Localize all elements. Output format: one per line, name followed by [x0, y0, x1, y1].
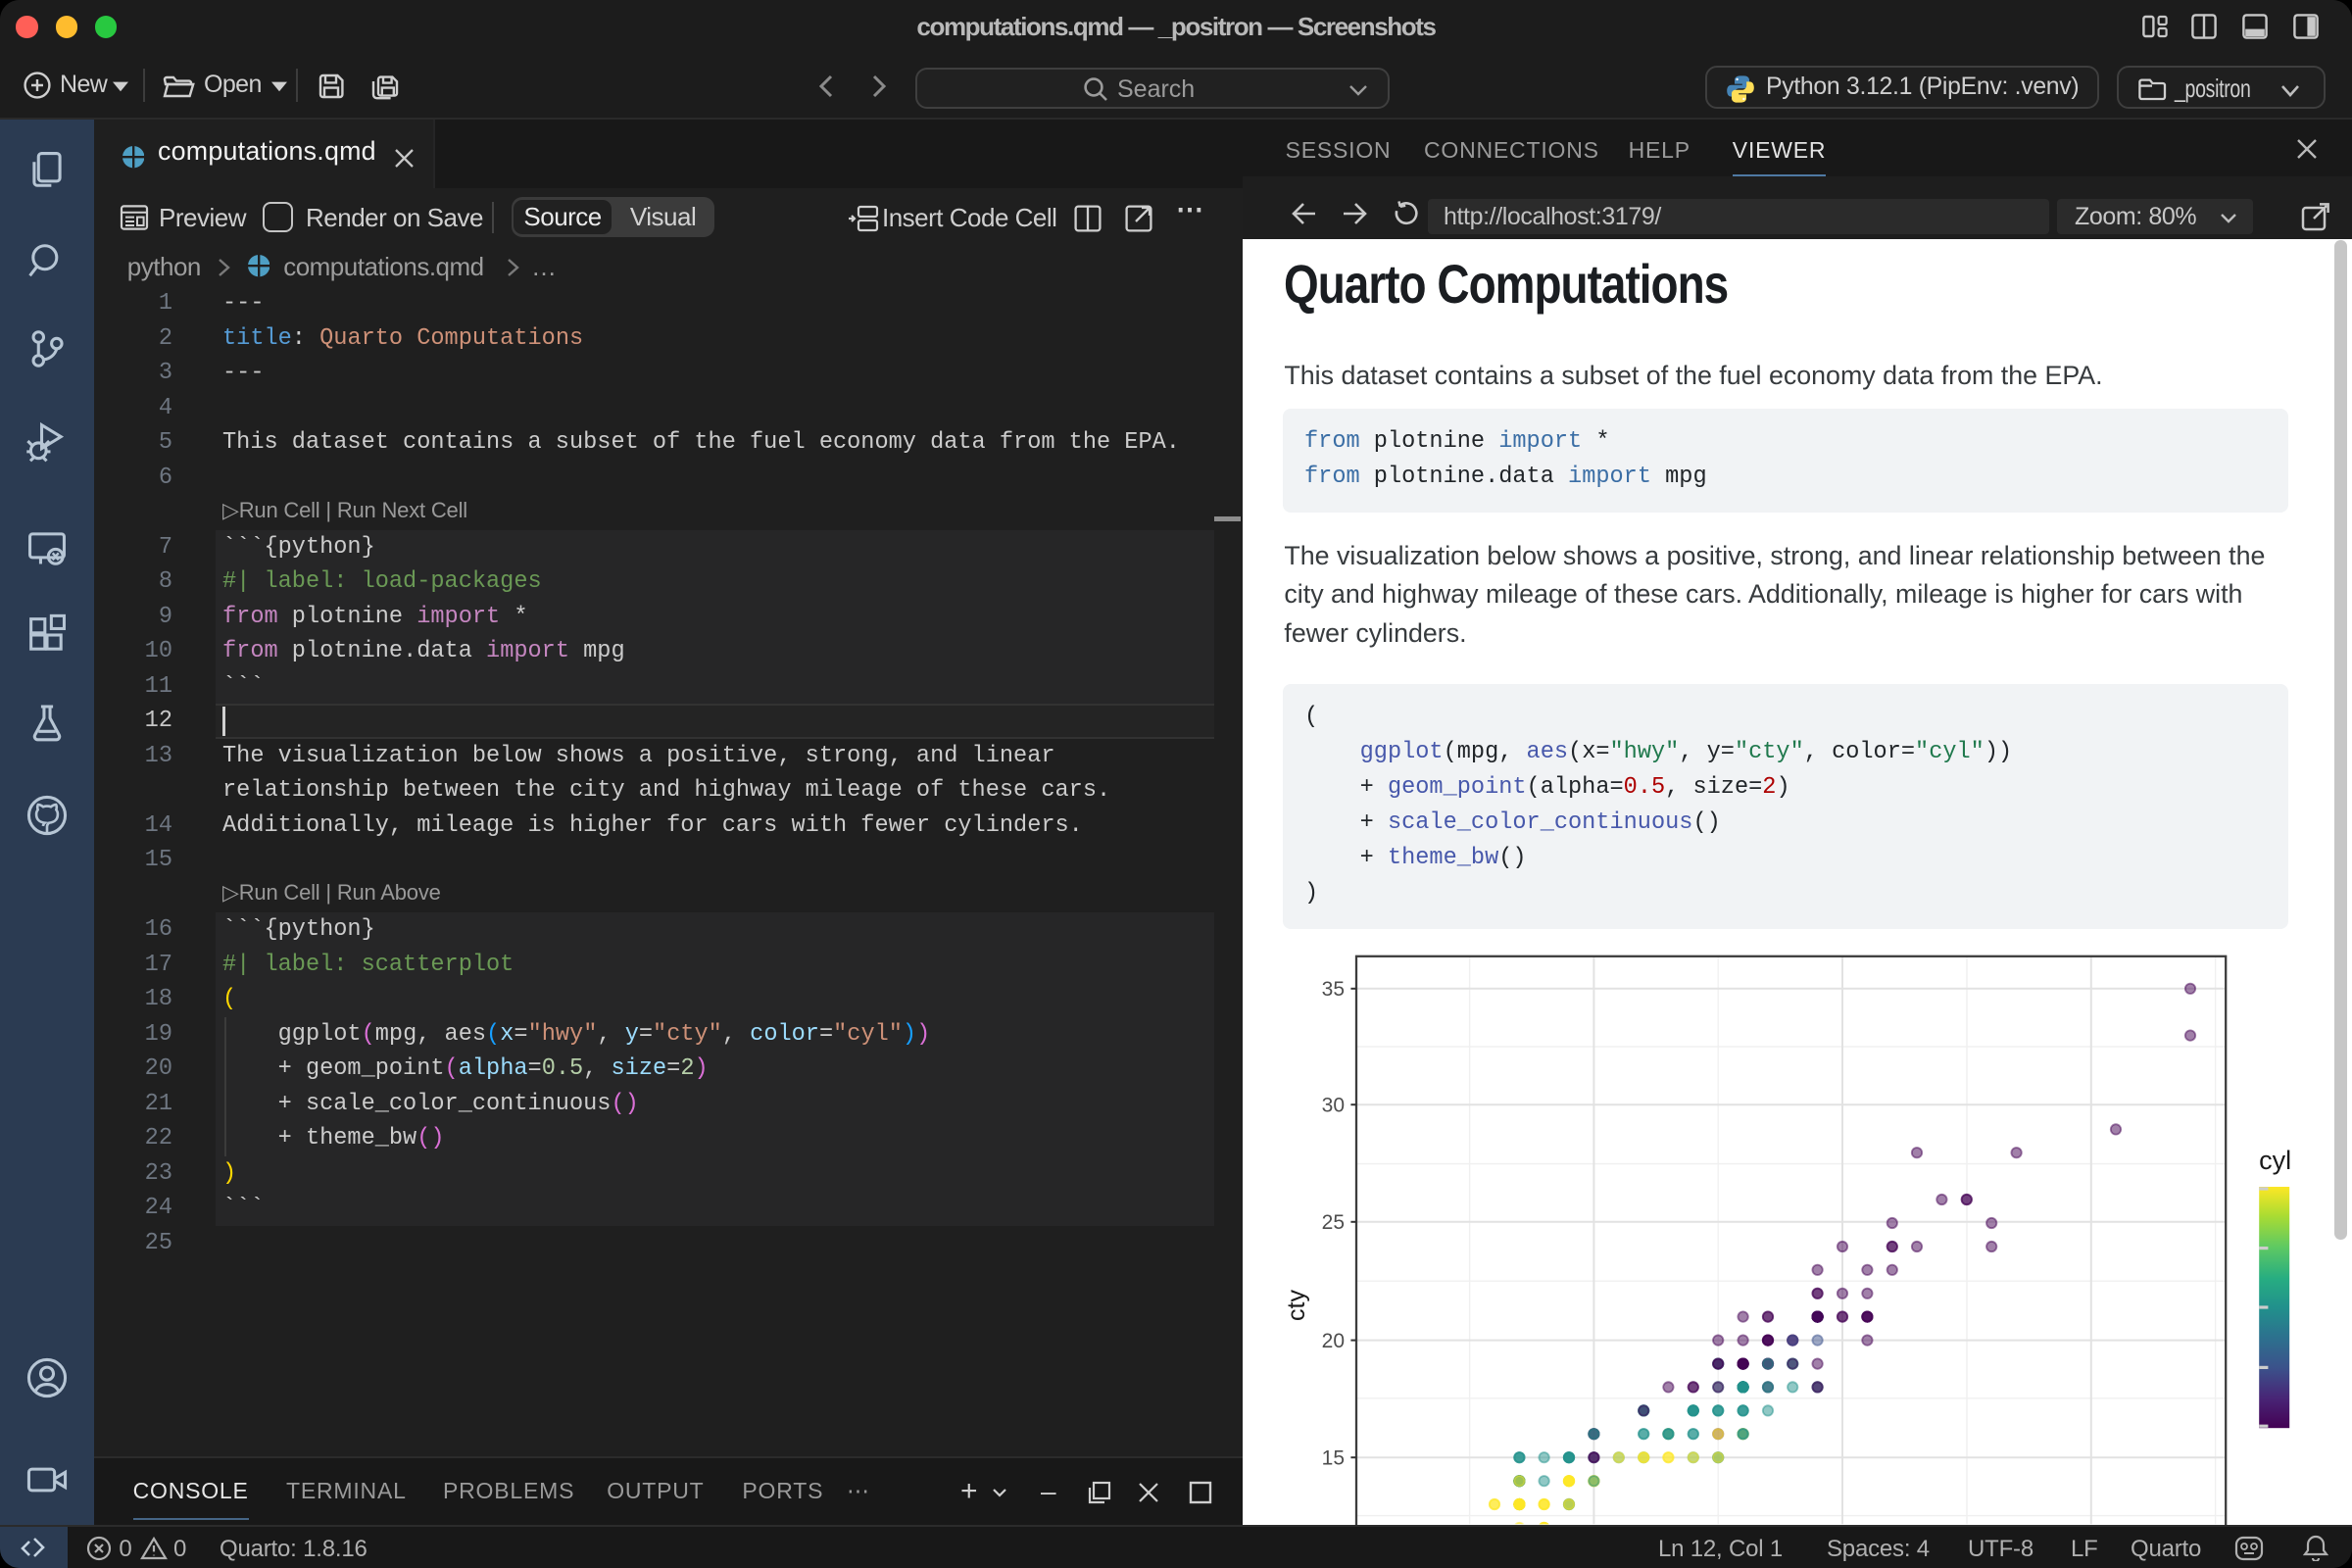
svg-text:20: 20 [1322, 1330, 1345, 1352]
svg-text:cyl: cyl [2259, 1146, 2291, 1175]
svg-text:cty: cty [1283, 1290, 1310, 1321]
svg-text:25: 25 [1322, 1211, 1345, 1234]
svg-text:30: 30 [1322, 1095, 1345, 1117]
svg-text:35: 35 [1322, 978, 1345, 1001]
svg-text:15: 15 [1322, 1447, 1345, 1470]
